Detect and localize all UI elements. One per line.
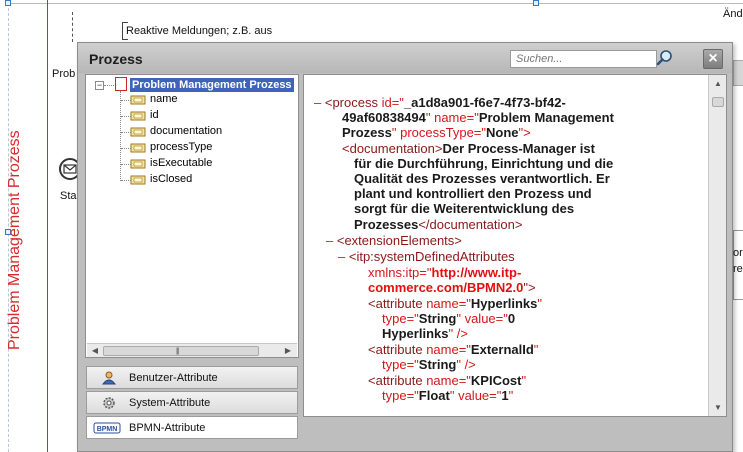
xml-documentation-line: <documentation>Der Process-Manager ist [342,141,595,156]
xml-system-attributes-line: – <itp:systemDefinedAttributes [338,249,515,264]
xml-process-line-2: 49af60838494" name="Problem Management [342,110,614,125]
annotation-text[interactable]: Reaktive Meldungen; z.B. aus [126,25,272,37]
scrollbar-thumb[interactable] [712,97,724,107]
xml-attribute-hyperlinks: <attribute name="Hyperlinks" [368,296,543,311]
process-icon [115,77,127,91]
xml-attribute-hyperlinks-value: Hyperlinks" /> [382,326,468,341]
xml-process-line-3: Prozess" processType="None"> [342,125,531,140]
tree-item-processtype[interactable]: processType [150,141,212,153]
attribute-icon [130,94,146,106]
start-event-label: Sta [60,190,77,202]
xml-doc-text-line: sorgt für die Weiterentwicklung des [354,201,575,216]
scroll-right-icon[interactable]: ▶ [283,346,293,356]
attribute-icon [130,142,146,154]
xml-process-line-1: – <process id="_a1d8a901-f6e7-4f73-bf42- [314,95,566,110]
canvas-task-text-line: re [733,263,743,275]
attribute-tree[interactable]: − Problem Management Prozess name id doc… [85,74,299,358]
xml-attribute-kpicost: <attribute name="KPICost" [368,373,527,388]
xml-attribute-kpicost-type: type="Float" value="1" [382,388,514,403]
selection-handle-top-left[interactable] [5,0,11,6]
bpmn-attributes-button[interactable]: BPMN BPMN-Attribute [86,416,298,439]
pool-lane-border [47,0,48,452]
search-icon[interactable] [655,48,675,68]
xml-attribute-externalid: <attribute name="ExternalId" [368,342,539,357]
attribute-icon [130,126,146,138]
bpmn-attributes-label: BPMN-Attribute [129,422,206,434]
xml-doc-text-line: für die Durchführung, Einrichtung und di… [354,156,614,171]
scroll-left-icon[interactable]: ◀ [90,346,100,356]
tree-item-id[interactable]: id [150,109,159,121]
tree-item-name[interactable]: name [150,93,178,105]
tree-item-isexecutable[interactable]: isExecutable [150,157,212,169]
canvas-task-text: ori re [733,245,743,277]
tree-item-isclosed[interactable]: isClosed [150,173,192,185]
xml-extension-elements-line: – <extensionElements> [326,233,462,248]
xml-doc-text-line: plant und kontrolliert den Prozess und [354,186,592,201]
attribute-icon [130,110,146,122]
attribute-icon [130,158,146,170]
close-button[interactable]: × [703,49,723,69]
xml-doc-text-line: Qualität des Prozesses verantwortlich. E… [354,171,610,186]
xml-namespace-line-2: commerce.com/BPMN2.0"> [368,280,536,295]
xml-namespace-line: xmlns:itp="http://www.itp- [368,265,522,280]
tree-horizontal-scrollbar[interactable]: ◀ ||| ▶ [87,343,297,357]
xml-collapse-icon[interactable]: – [314,95,321,110]
task-label: Prob [52,68,76,80]
scrollbar-thumb[interactable]: ||| [103,346,259,356]
xml-attribute-externalid-type: type="String" /> [382,357,476,372]
tree-item-documentation[interactable]: documentation [150,125,222,137]
canvas-task-text-line: ori [733,247,743,259]
system-attributes-label: System-Attribute [129,397,211,409]
gear-icon [101,396,117,410]
dialog-header: Prozess × [78,43,732,73]
scroll-down-icon[interactable]: ▼ [713,403,723,413]
attribute-icon [130,174,146,186]
pool-label: Problem Management Prozess [6,130,23,350]
selection-handle-top[interactable] [533,0,539,6]
bpmn-logo-icon: BPMN [93,421,121,435]
xml-collapse-icon[interactable]: – [338,249,345,264]
process-dialog: Prozess × − Problem Management Prozess n… [77,42,733,452]
system-attributes-button[interactable]: System-Attribute [86,391,298,414]
bpmn-logo-text: BPMN [97,426,118,433]
collapse-icon[interactable]: − [95,81,104,90]
tree-connector [120,91,121,181]
user-icon [101,371,117,385]
search-input[interactable] [510,50,657,68]
xml-vertical-scrollbar[interactable]: ▲ ▼ [708,75,726,416]
tree-connector [104,85,114,86]
scroll-grip-icon: ||| [176,348,180,355]
dialog-title: Prozess [89,51,143,67]
xml-view[interactable]: – <process id="_a1d8a901-f6e7-4f73-bf42-… [303,74,727,417]
annotation-dashed-line [72,12,73,42]
scroll-up-icon[interactable]: ▲ [713,79,723,89]
tree-root-item[interactable]: Problem Management Prozess [130,78,294,92]
canvas-top-border [8,3,743,4]
xml-collapse-icon[interactable]: – [326,233,333,248]
user-attributes-label: Benutzer-Attribute [129,372,218,384]
xml-doc-text-line: Prozesses</documentation> [354,217,523,232]
change-label: Änd [723,8,743,20]
xml-attribute-hyperlinks-type: type="String" value="0 [382,311,516,326]
user-attributes-button[interactable]: Benutzer-Attribute [86,366,298,389]
canvas-side-element [733,60,743,86]
